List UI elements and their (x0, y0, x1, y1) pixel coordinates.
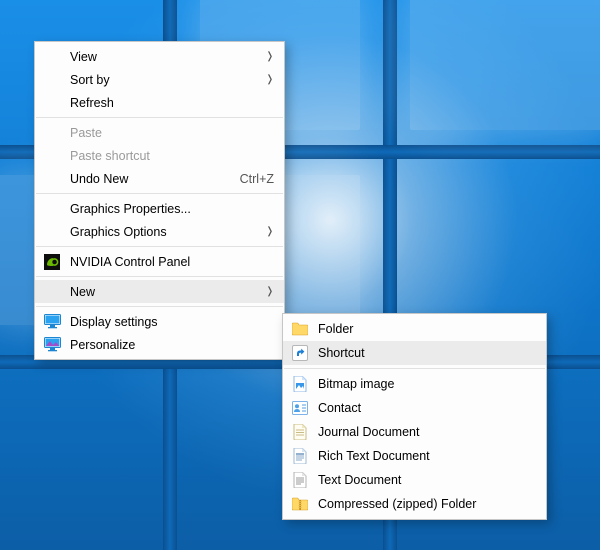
menu-item-paste-shortcut: Paste shortcut (35, 144, 284, 167)
menu-item-personalize[interactable]: Personalize (35, 333, 284, 356)
menu-separator (36, 276, 283, 277)
menu-label: Paste (70, 126, 274, 140)
menu-label: Sort by (70, 73, 254, 87)
new-menu-item-rtf[interactable]: Rich Text Document (283, 444, 546, 468)
menu-label: Paste shortcut (70, 149, 274, 163)
journal-file-icon (291, 423, 309, 441)
menu-label: View (70, 50, 254, 64)
new-menu-item-text[interactable]: Text Document (283, 468, 546, 492)
menu-item-undo[interactable]: Undo New Ctrl+Z (35, 167, 284, 190)
menu-label: Compressed (zipped) Folder (318, 497, 536, 511)
chevron-right-icon: ❭ (266, 51, 274, 62)
menu-label: Contact (318, 401, 536, 415)
new-menu-item-shortcut[interactable]: Shortcut (283, 341, 546, 365)
menu-label: Refresh (70, 96, 274, 110)
menu-label: NVIDIA Control Panel (70, 255, 274, 269)
personalize-icon (43, 336, 61, 354)
menu-item-paste: Paste (35, 121, 284, 144)
zip-folder-icon (291, 495, 309, 513)
blank-icon (43, 71, 61, 89)
menu-label: Shortcut (318, 346, 536, 360)
menu-label: Display settings (70, 315, 274, 329)
new-menu-item-contact[interactable]: Contact (283, 396, 546, 420)
text-file-icon (291, 471, 309, 489)
new-submenu: Folder Shortcut Bitmap image (282, 313, 547, 520)
shortcut-icon (291, 344, 309, 362)
contact-file-icon (291, 399, 309, 417)
blank-icon (43, 200, 61, 218)
rtf-file-icon (291, 447, 309, 465)
menu-label: Graphics Properties... (70, 202, 274, 216)
blank-icon (43, 124, 61, 142)
chevron-right-icon: ❭ (266, 74, 274, 85)
bitmap-file-icon (291, 375, 309, 393)
chevron-right-icon: ❭ (266, 226, 274, 237)
blank-icon (43, 223, 61, 241)
menu-separator (36, 193, 283, 194)
display-settings-icon (43, 313, 61, 331)
menu-label: Bitmap image (318, 377, 536, 391)
menu-item-graphics-properties[interactable]: Graphics Properties... (35, 197, 284, 220)
blank-icon (43, 48, 61, 66)
blank-icon (43, 94, 61, 112)
menu-label: Undo New (70, 172, 228, 186)
menu-item-refresh[interactable]: Refresh (35, 91, 284, 114)
menu-label: Graphics Options (70, 225, 254, 239)
menu-item-graphics-options[interactable]: Graphics Options ❭ (35, 220, 284, 243)
menu-label: Journal Document (318, 425, 536, 439)
desktop-context-menu: View ❭ Sort by ❭ Refresh Paste Paste sho… (34, 41, 285, 360)
menu-item-display-settings[interactable]: Display settings (35, 310, 284, 333)
menu-label: Folder (318, 322, 536, 336)
menu-label: Rich Text Document (318, 449, 536, 463)
menu-label: New (70, 285, 254, 299)
menu-shortcut-hint: Ctrl+Z (240, 172, 274, 186)
menu-separator (36, 306, 283, 307)
menu-separator (284, 368, 545, 369)
blank-icon (43, 283, 61, 301)
menu-item-view[interactable]: View ❭ (35, 45, 284, 68)
menu-item-nvidia-control-panel[interactable]: NVIDIA Control Panel (35, 250, 284, 273)
menu-separator (36, 246, 283, 247)
new-menu-item-journal[interactable]: Journal Document (283, 420, 546, 444)
blank-icon (43, 147, 61, 165)
new-menu-item-zip[interactable]: Compressed (zipped) Folder (283, 492, 546, 516)
blank-icon (43, 170, 61, 188)
new-menu-item-folder[interactable]: Folder (283, 317, 546, 341)
menu-label: Text Document (318, 473, 536, 487)
new-menu-item-bitmap[interactable]: Bitmap image (283, 372, 546, 396)
folder-icon (291, 320, 309, 338)
menu-label: Personalize (70, 338, 274, 352)
menu-item-new[interactable]: New ❭ (35, 280, 284, 303)
menu-separator (36, 117, 283, 118)
nvidia-icon (43, 253, 61, 271)
chevron-right-icon: ❭ (266, 286, 274, 297)
menu-item-sort-by[interactable]: Sort by ❭ (35, 68, 284, 91)
